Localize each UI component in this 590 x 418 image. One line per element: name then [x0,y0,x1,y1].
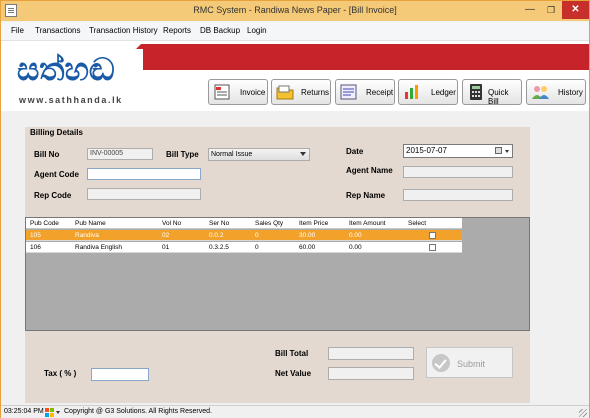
quick-bill-label: Quick Bill [488,88,509,106]
cell-pub-code: 105 [30,232,41,239]
cell-sales-qty[interactable]: 0 [255,232,259,239]
agent-name-field[interactable] [403,166,513,178]
tax-input[interactable] [91,368,149,381]
chevron-down-icon [300,152,306,156]
close-button[interactable]: ✕ [562,1,589,19]
ledger-icon [405,85,418,99]
col-select[interactable]: Select [408,220,426,227]
app-window: RMC System - Randiwa News Paper - [Bill … [0,0,590,418]
ledger-label: Ledger [431,88,456,97]
history-label: History [558,88,583,97]
bill-type-value: Normal Issue [211,151,253,158]
date-picker[interactable]: 2015-07-07 [403,144,513,158]
cell-item-price: 30.00 [299,232,316,239]
cell-ser-no: 0.3.2.5 [209,244,229,251]
submit-label: Submit [457,359,486,369]
menu-file[interactable]: File [11,26,24,35]
ledger-button[interactable]: Ledger [398,79,458,105]
tax-label: Tax ( % ) [44,369,77,378]
cell-pub-name: Randiva [75,232,99,239]
rep-code-field[interactable] [87,188,201,200]
bill-total-label: Bill Total [275,349,309,358]
rep-name-field[interactable] [403,189,513,201]
receipt-label: Receipt [366,88,394,97]
calculator-icon [470,84,482,100]
select-checkbox[interactable] [429,244,436,251]
col-vol-no[interactable]: Vol No [162,220,181,227]
bill-no-label: Bill No [34,150,60,159]
history-icon [532,86,549,99]
brand-url: www.sathhanda.lk [19,95,123,105]
bill-type-label: Bill Type [166,150,199,159]
invoice-button[interactable]: Invoice [208,79,268,105]
agent-code-input[interactable] [87,168,201,180]
rep-name-label: Rep Name [346,191,386,200]
svg-text:සත්හඬ: සත්හඬ [17,52,115,88]
select-checkbox[interactable] [429,232,436,239]
menu-bar: File Transactions Transaction History Re… [1,22,589,41]
resize-grip[interactable] [579,409,587,417]
receipt-button[interactable]: Receipt [335,79,395,105]
maximize-button[interactable]: ❐ [540,1,562,19]
col-ser-no[interactable]: Ser No [209,220,229,227]
agent-name-label: Agent Name [346,166,393,175]
receipt-icon [340,84,357,100]
dropdown-arrow-icon[interactable] [56,411,60,414]
net-value-label: Net Value [275,369,312,378]
returns-icon [276,85,294,100]
cell-sales-qty[interactable]: 0 [255,244,259,251]
status-copyright: Copyright @ G3 Solutions. All Rights Res… [64,408,212,415]
calendar-icon[interactable] [495,147,502,154]
status-bar: 03:25:04 PM Copyright @ G3 Solutions. Al… [1,405,589,418]
rep-code-label: Rep Code [34,191,72,200]
agent-code-label: Agent Code [34,170,79,179]
invoice-icon [214,84,230,100]
col-pub-code[interactable]: Pub Code [30,220,59,227]
date-value: 2015-07-07 [406,146,447,155]
col-item-price[interactable]: Item Price [299,220,328,227]
menu-login[interactable]: Login [247,26,267,35]
grid-header: Pub Code Pub Name Vol No Ser No Sales Qt… [26,218,462,229]
cell-vol-no: 01 [162,244,170,251]
cell-vol-no: 02 [162,232,170,239]
returns-button[interactable]: Returns [271,79,331,105]
col-sales-qty[interactable]: Sales Qty [255,220,283,227]
menu-reports[interactable]: Reports [163,26,191,35]
title-bar[interactable]: RMC System - Randiwa News Paper - [Bill … [1,1,589,21]
table-row[interactable]: 106 Randiva English 01 0.3.2.5 0 60.00 0… [26,242,462,253]
cell-ser-no: 0.0.2 [209,232,224,239]
invoice-label: Invoice [240,88,266,97]
col-item-amount[interactable]: Item Amount [349,220,386,227]
cell-item-price: 60.00 [299,244,316,251]
check-icon [432,354,450,372]
net-value-field[interactable] [328,367,414,380]
cell-item-amount: 0.00 [349,232,362,239]
dropdown-arrow-icon [505,150,509,153]
cell-item-amount: 0.00 [349,244,362,251]
bill-type-select[interactable]: Normal Issue [208,148,310,161]
bill-no-field[interactable]: INV-00005 [87,148,153,160]
history-button[interactable]: History [526,79,586,105]
col-pub-name[interactable]: Pub Name [75,220,106,227]
items-grid[interactable]: Pub Code Pub Name Vol No Ser No Sales Qt… [25,217,530,331]
table-row[interactable]: 105 Randiva 02 0.0.2 0 30.00 0.00 [26,230,462,241]
cell-pub-code: 106 [30,244,41,251]
returns-label: Returns [301,88,330,97]
banner-stripe [115,44,589,70]
brand-logo: සත්හඬ [15,49,143,89]
bill-total-field[interactable] [328,347,414,360]
windows-icon [45,408,54,417]
quick-bill-button[interactable]: Quick Bill [462,79,522,106]
status-time: 03:25:04 PM [4,408,44,415]
menu-transaction-history[interactable]: Transaction History [89,26,158,35]
menu-db-backup[interactable]: DB Backup [200,26,240,35]
window-title: RMC System - Randiwa News Paper - [Bill … [193,5,397,15]
menu-transactions[interactable]: Transactions [35,26,81,35]
billing-details-title: Billing Details [30,128,83,137]
date-label: Date [346,147,364,156]
cell-pub-name: Randiva English [75,244,122,251]
submit-button[interactable]: Submit [426,347,513,378]
